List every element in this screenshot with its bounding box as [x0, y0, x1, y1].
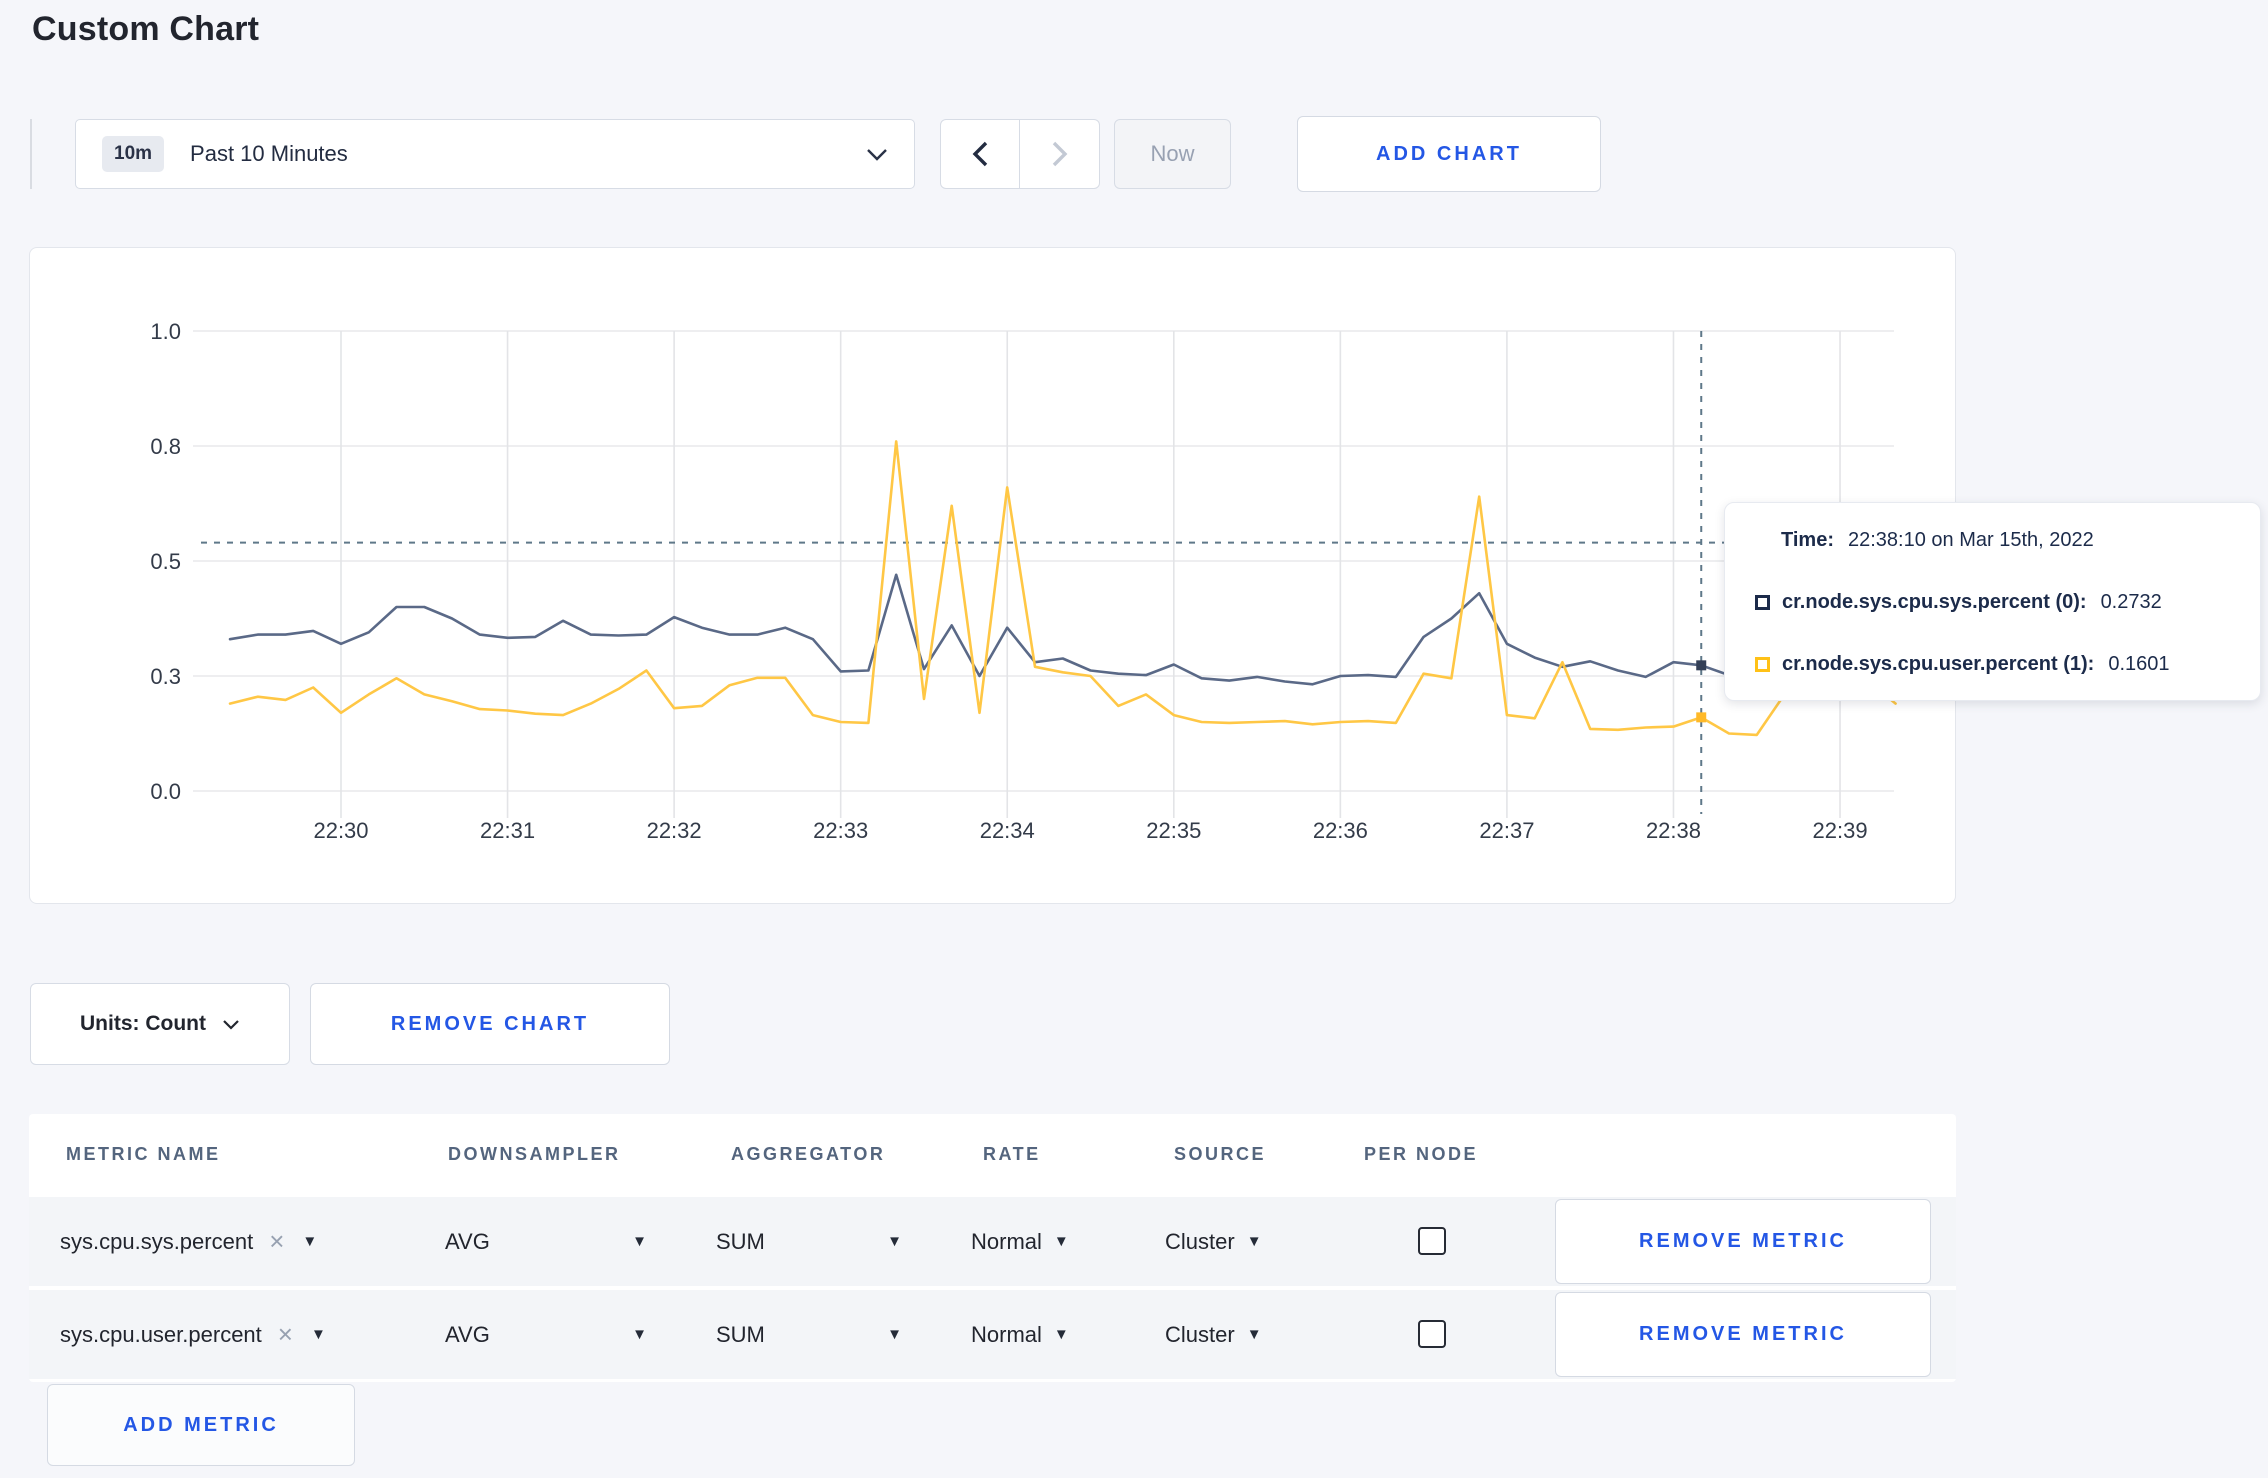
- tooltip-series-label: cr.node.sys.cpu.user.percent (1):: [1782, 653, 2095, 675]
- caret-down-icon: ▼: [887, 1233, 902, 1250]
- x-axis-tick-label: 22:30: [313, 818, 368, 843]
- chevron-down-icon: [223, 1019, 239, 1030]
- series-swatch-sys-icon: [1755, 595, 1770, 610]
- add-chart-button[interactable]: ADD CHART: [1297, 116, 1601, 192]
- time-forward-button[interactable]: [1020, 119, 1100, 189]
- caret-down-icon: ▼: [1246, 1233, 1262, 1250]
- tooltip-time-value: 22:38:10 on Mar 15th, 2022: [1847, 529, 2094, 551]
- col-header-rate: RATE: [983, 1144, 1041, 1164]
- caret-down-icon: ▼: [1246, 1326, 1262, 1343]
- caret-down-icon: ▼: [1053, 1326, 1069, 1343]
- y-axis-tick-label: 1.0: [150, 319, 181, 344]
- source-select[interactable]: Cluster ▼: [1165, 1197, 1262, 1286]
- caret-down-icon: ▼: [1053, 1233, 1069, 1250]
- series-swatch-user-icon: [1755, 657, 1770, 672]
- rate-select[interactable]: Normal ▼: [971, 1290, 1069, 1379]
- col-header-downsampler: DOWNSAMPLER: [448, 1144, 621, 1164]
- clear-metric-icon[interactable]: ×: [269, 1226, 284, 1257]
- tooltip-series-value: 0.1601: [2108, 653, 2170, 675]
- time-window-label: Past 10 Minutes: [190, 141, 348, 166]
- y-axis-tick-label: 0.8: [150, 434, 181, 459]
- x-axis-tick-label: 22:38: [1646, 818, 1701, 843]
- downsampler-select[interactable]: AVG ▼: [445, 1290, 647, 1379]
- clear-metric-icon[interactable]: ×: [278, 1319, 293, 1350]
- col-header-metric-name: METRIC NAME: [66, 1144, 221, 1164]
- metrics-table: METRIC NAME DOWNSAMPLER AGGREGATOR RATE …: [29, 1114, 1956, 1382]
- chevron-down-icon: [867, 148, 887, 161]
- x-axis-tick-label: 22:39: [1813, 818, 1868, 843]
- col-header-per-node: PER NODE: [1364, 1144, 1479, 1164]
- downsampler-select[interactable]: AVG ▼: [445, 1197, 647, 1286]
- crosshair-marker-cpu-sys: [1696, 660, 1707, 671]
- col-header-source: SOURCE: [1174, 1144, 1267, 1164]
- series-line-cpu-user: [228, 440, 1897, 737]
- series-line-cpu-sys: [228, 573, 1897, 686]
- col-header-aggregator: AGGREGATOR: [731, 1144, 886, 1164]
- caret-down-icon[interactable]: ▼: [302, 1233, 317, 1250]
- chevron-left-icon: [972, 141, 988, 167]
- rate-select[interactable]: Normal ▼: [971, 1197, 1069, 1286]
- x-axis-tick-label: 22:35: [1146, 818, 1201, 843]
- crosshair-marker-cpu-user: [1696, 712, 1707, 723]
- source-select[interactable]: Cluster ▼: [1165, 1290, 1262, 1379]
- y-axis-tick-label: 0.3: [150, 664, 181, 689]
- tooltip-series-label: cr.node.sys.cpu.sys.percent (0):: [1782, 591, 2087, 613]
- now-button[interactable]: Now: [1114, 119, 1231, 189]
- time-shift-arrow-group: [940, 119, 1100, 189]
- aggregator-select[interactable]: SUM ▼: [716, 1197, 902, 1286]
- per-node-checkbox[interactable]: [1418, 1227, 1446, 1255]
- table-row: sys.cpu.sys.percent × ▼ AVG ▼ SUM ▼ Norm…: [29, 1197, 1956, 1286]
- tooltip-time-label: Time:: [1781, 529, 1834, 551]
- tooltip-time-row: Time: 22:38:10 on Mar 15th, 2022: [1755, 529, 2236, 552]
- time-window-badge: 10m: [102, 136, 165, 172]
- caret-down-icon: ▼: [887, 1326, 902, 1343]
- y-axis-tick-label: 0.0: [150, 779, 181, 804]
- timeseries-chart[interactable]: 0.0 0.3 0.5 0.8 1.0 22:30 22:31 22:32 22:33 22:34…: [30, 248, 1955, 903]
- add-metric-button[interactable]: ADD METRIC: [47, 1384, 355, 1466]
- remove-chart-button[interactable]: REMOVE CHART: [310, 983, 670, 1065]
- units-dropdown[interactable]: Units: Count: [30, 983, 290, 1065]
- tooltip-series-row: cr.node.sys.cpu.sys.percent (0): 0.2732: [1755, 591, 2236, 614]
- metric-name-select[interactable]: sys.cpu.user.percent × ▼: [60, 1290, 326, 1379]
- chart-card: 0.0 0.3 0.5 0.8 1.0 22:30 22:31 22:32 22:33 22:34…: [29, 247, 1956, 904]
- tooltip-series-value: 0.2732: [2100, 591, 2162, 613]
- units-label: Units: Count: [80, 1012, 206, 1035]
- chevron-right-icon: [1052, 141, 1067, 167]
- remove-metric-button[interactable]: REMOVE METRIC: [1555, 1199, 1931, 1284]
- time-window-dropdown[interactable]: 10m Past 10 Minutes: [75, 119, 915, 189]
- caret-down-icon: ▼: [632, 1233, 647, 1250]
- x-axis-tick-label: 22:32: [647, 818, 702, 843]
- remove-metric-button[interactable]: REMOVE METRIC: [1555, 1292, 1931, 1377]
- toolbar-divider: [30, 119, 32, 189]
- chart-tooltip: Time: 22:38:10 on Mar 15th, 2022 cr.node…: [1724, 502, 2261, 701]
- page-title: Custom Chart: [32, 10, 260, 48]
- table-row: sys.cpu.user.percent × ▼ AVG ▼ SUM ▼ Nor…: [29, 1290, 1956, 1379]
- metric-name-select[interactable]: sys.cpu.sys.percent × ▼: [60, 1197, 317, 1286]
- tooltip-series-row: cr.node.sys.cpu.user.percent (1): 0.1601: [1755, 653, 2236, 676]
- per-node-checkbox[interactable]: [1418, 1320, 1446, 1348]
- time-back-button[interactable]: [940, 119, 1020, 189]
- aggregator-select[interactable]: SUM ▼: [716, 1290, 902, 1379]
- y-axis-tick-label: 0.5: [150, 549, 181, 574]
- x-axis-tick-label: 22:36: [1313, 818, 1368, 843]
- caret-down-icon[interactable]: ▼: [311, 1326, 326, 1343]
- caret-down-icon: ▼: [632, 1326, 647, 1343]
- x-axis-tick-label: 22:37: [1479, 818, 1534, 843]
- x-axis-tick-label: 22:34: [980, 818, 1035, 843]
- x-axis-tick-label: 22:31: [480, 818, 535, 843]
- x-axis-tick-label: 22:33: [813, 818, 868, 843]
